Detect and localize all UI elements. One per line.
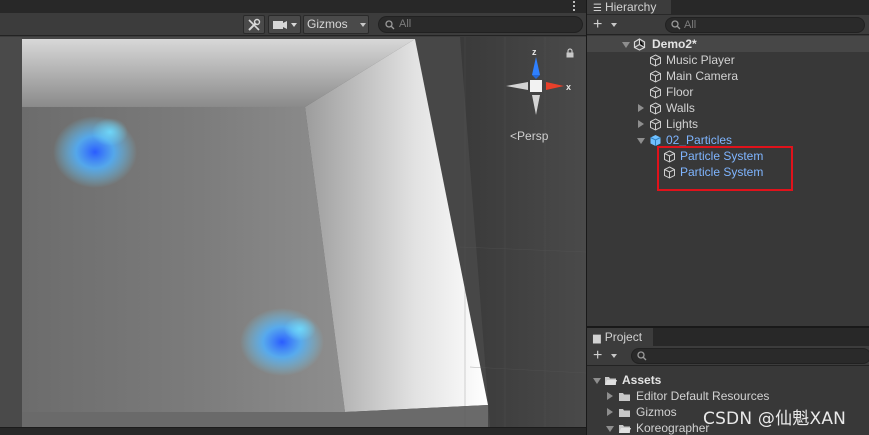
item-label: Floor — [666, 85, 694, 99]
gizmos-label: Gizmos — [307, 17, 348, 31]
tools-icon[interactable] — [243, 15, 265, 34]
persp-arrow-icon: < — [510, 129, 518, 143]
project-folder-editor-default-resources[interactable]: Editor Default Resources — [587, 388, 869, 404]
search-icon — [385, 20, 395, 30]
search-icon — [637, 351, 647, 361]
folder-label: Assets — [622, 373, 662, 387]
hierarchy-search-input[interactable]: All — [665, 17, 865, 33]
expand-arrow-icon[interactable] — [637, 138, 645, 144]
hierarchy-item-walls[interactable]: Walls — [587, 100, 869, 116]
gameobject-cube-icon — [650, 118, 661, 131]
folder-label: Gizmos — [636, 405, 677, 419]
add-icon[interactable]: + — [593, 348, 602, 364]
expand-arrow-icon[interactable] — [606, 426, 614, 432]
hierarchy-item-lights[interactable]: Lights — [587, 116, 869, 132]
hierarchy-item-floor[interactable]: Floor — [587, 84, 869, 100]
hierarchy-tab-label: Hierarchy — [604, 0, 657, 14]
hierarchy-item-main-camera[interactable]: Main Camera — [587, 68, 869, 84]
scene-search-placeholder: All — [399, 18, 412, 30]
project-tab-bar: ▆ Project — [587, 328, 869, 346]
scene-root-row[interactable]: Demo2* — [587, 36, 869, 52]
item-label: Walls — [666, 101, 695, 115]
gameobject-cube-icon — [650, 102, 661, 115]
expand-arrow-icon[interactable] — [638, 104, 644, 112]
folder-label: Editor Default Resources — [636, 389, 770, 403]
tab-hierarchy[interactable]: ☰ Hierarchy — [587, 0, 671, 14]
scene-bottom-bar — [0, 427, 586, 435]
expand-arrow-icon[interactable] — [622, 42, 630, 48]
lock-icon[interactable] — [565, 48, 575, 58]
project-folder-assets[interactable]: Assets — [587, 372, 869, 388]
folder-label: Koreographer — [636, 421, 710, 435]
gameobject-cube-icon — [650, 86, 661, 99]
project-toolbar: + — [587, 346, 869, 366]
camera-icon[interactable] — [268, 15, 301, 34]
projection-toggle[interactable]: <Persp — [510, 129, 548, 143]
hierarchy-item-music-player[interactable]: Music Player — [587, 52, 869, 68]
hierarchy-toolbar: + All — [587, 15, 869, 35]
scene-view[interactable]: Gizmos All z x <Persp — [0, 0, 586, 435]
scene-name: Demo2* — [652, 37, 697, 51]
watermark: CSDN @仙魁XAN — [703, 409, 847, 429]
unity-scene-icon — [633, 38, 646, 51]
item-label: Lights — [666, 117, 699, 131]
highlight-box — [657, 146, 793, 191]
expand-arrow-icon[interactable] — [607, 392, 613, 400]
gameobject-cube-icon — [650, 54, 661, 67]
folder-open-icon — [619, 425, 631, 433]
list-icon: ☰ — [593, 3, 602, 14]
chevron-down-icon — [360, 23, 366, 27]
gizmo-axis-x: x — [566, 82, 571, 92]
scene-toolbar: Gizmos All — [0, 13, 586, 36]
item-label: Main Camera — [666, 69, 739, 83]
hierarchy-tab-bar: ☰ Hierarchy — [587, 0, 869, 15]
hierarchy-search-placeholder: All — [684, 19, 697, 31]
project-tab-label: Project — [604, 330, 643, 344]
scene-search-input[interactable]: All — [378, 16, 583, 33]
folder-icon — [619, 393, 630, 401]
expand-arrow-icon[interactable] — [593, 378, 601, 384]
chevron-down-icon[interactable] — [611, 23, 617, 27]
chevron-down-icon[interactable] — [611, 354, 617, 358]
gameobject-cube-icon — [650, 70, 661, 83]
scene-menu-icon[interactable] — [573, 1, 576, 13]
search-icon — [671, 20, 681, 30]
scene-tab-bar — [0, 0, 586, 13]
folder-tab-icon: ▆ — [593, 333, 601, 344]
projection-label: Persp — [517, 129, 549, 143]
gizmo-axis-z: z — [532, 47, 537, 57]
expand-arrow-icon[interactable] — [607, 408, 613, 416]
scene-viewport[interactable] — [0, 37, 586, 427]
add-icon[interactable]: + — [593, 17, 602, 33]
item-label: Music Player — [666, 53, 735, 67]
room-render — [0, 37, 586, 427]
folder-icon — [619, 409, 630, 417]
project-search-input[interactable] — [631, 348, 869, 364]
tab-project[interactable]: ▆ Project — [587, 328, 653, 346]
gizmos-dropdown[interactable]: Gizmos — [303, 15, 369, 34]
folder-open-icon — [605, 377, 617, 385]
expand-arrow-icon[interactable] — [638, 120, 644, 128]
